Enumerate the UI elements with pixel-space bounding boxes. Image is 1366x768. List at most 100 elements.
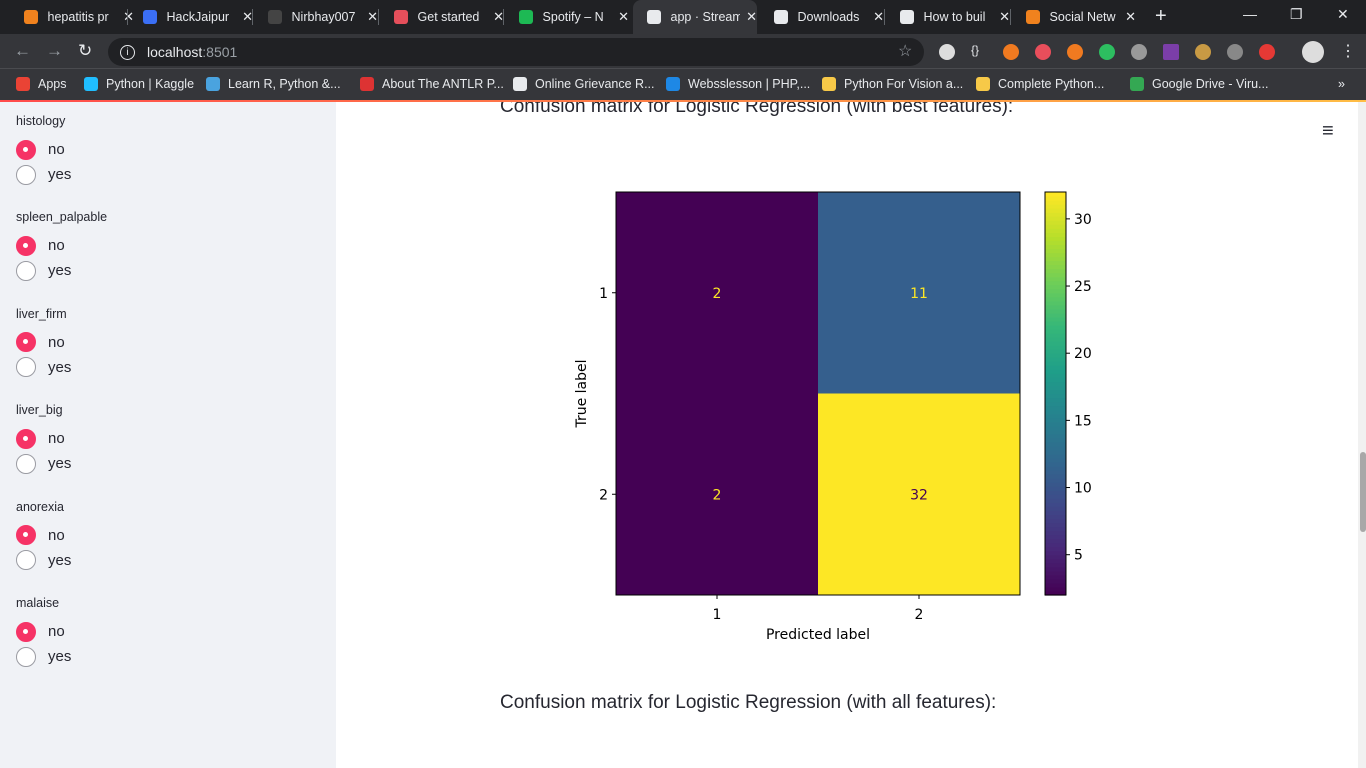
tab-favicon-icon <box>24 10 38 24</box>
radio-group-anorexia: anorexia no yes <box>16 500 71 573</box>
bookmark-favicon-icon <box>16 77 30 91</box>
radio-button[interactable] <box>16 357 36 378</box>
onenote-icon[interactable] <box>1163 44 1179 60</box>
back-icon[interactable]: ← <box>14 41 31 61</box>
radio-label: yes <box>48 262 72 280</box>
bookmark-item[interactable]: Python | Kaggle <box>84 77 194 91</box>
minimize-button[interactable]: — <box>1243 6 1257 22</box>
tab-separator <box>1010 9 1011 25</box>
radio-button[interactable] <box>16 453 36 474</box>
radio-option-yes[interactable]: yes <box>16 162 71 187</box>
camera-icon[interactable] <box>1131 44 1147 60</box>
bookmark-star-icon[interactable]: ☆ <box>898 41 912 61</box>
avatar[interactable] <box>1302 41 1324 63</box>
radio-option-yes[interactable]: yes <box>16 548 71 573</box>
radio-button[interactable] <box>16 332 36 353</box>
adblock-icon[interactable] <box>1259 44 1275 60</box>
radio-label: no <box>48 623 65 640</box>
hamburger-menu-icon[interactable]: ≡ <box>1322 120 1334 143</box>
bookmark-label: Google Drive - Viru... <box>1152 77 1269 91</box>
radio-button[interactable] <box>16 621 36 642</box>
radio-button[interactable] <box>16 139 36 160</box>
radio-option-no[interactable]: no <box>16 523 71 548</box>
radio-option-yes[interactable]: yes <box>16 355 71 380</box>
radio-button[interactable] <box>16 428 36 449</box>
radio-option-no[interactable]: no <box>16 137 71 162</box>
close-tab-icon[interactable]: ✕ <box>1125 9 1136 25</box>
browser-tab[interactable]: Spotify – N ✕ <box>505 0 629 34</box>
close-tab-icon[interactable]: ✕ <box>367 9 378 25</box>
url-port: :8501 <box>202 44 238 60</box>
radio-group-label: liver_firm <box>16 306 67 321</box>
bookmark-item[interactable]: Websslesson | PHP,... <box>666 77 810 91</box>
bookmark-item[interactable]: Google Drive - Viru... <box>1130 77 1268 91</box>
close-tab-icon[interactable]: ✕ <box>999 9 1010 25</box>
close-tab-icon[interactable]: ✕ <box>746 9 757 25</box>
more-bookmarks-button[interactable]: » <box>1338 77 1345 91</box>
extension-icon[interactable] <box>1035 44 1051 60</box>
radio-button[interactable] <box>16 260 36 281</box>
reload-icon[interactable]: ↻ <box>78 41 92 61</box>
info-icon[interactable]: i <box>120 44 135 60</box>
tab-title: HackJaipur <box>166 10 230 24</box>
extension-icon[interactable] <box>939 44 955 60</box>
tab-favicon-icon <box>268 10 282 24</box>
bookmark-item[interactable]: Online Grievance R... <box>513 77 655 91</box>
close-window-button[interactable]: ✕ <box>1337 6 1349 23</box>
restore-button[interactable]: ❐ <box>1290 6 1303 23</box>
radio-option-yes[interactable]: yes <box>16 644 71 669</box>
tab-title: hepatitis pr <box>47 10 109 24</box>
radio-label: yes <box>48 455 72 473</box>
forward-icon[interactable]: → <box>46 41 63 61</box>
radio-button[interactable] <box>16 235 36 256</box>
radio-group-label: liver_big <box>16 403 63 418</box>
radio-option-no[interactable]: no <box>16 330 71 355</box>
browser-tab[interactable]: HackJaipur ✕ <box>129 0 253 34</box>
browser-tab[interactable]: app · Stream ✕ <box>633 0 757 34</box>
browser-tab[interactable]: hepatitis pr ✕ <box>10 0 134 34</box>
browser-tab[interactable]: How to buil ✕ <box>886 0 1010 34</box>
bookmark-label: About The ANTLR P... <box>382 77 504 91</box>
tab-separator <box>252 9 253 25</box>
browser-tab[interactable]: Social Netw ✕ <box>1012 0 1136 34</box>
extension-icon[interactable] <box>1067 44 1083 60</box>
address-bar[interactable]: i localhost:8501 <box>108 38 924 66</box>
browser-toolbar: ← → ↻ i localhost:8501 ☆ {} ⋮ <box>0 34 1366 68</box>
bookmark-item[interactable]: Apps <box>16 77 67 91</box>
heading-all-features: Confusion matrix for Logistic Regression… <box>500 692 997 713</box>
radio-button[interactable] <box>16 550 36 571</box>
radio-option-no[interactable]: no <box>16 233 107 258</box>
scrollbar[interactable] <box>1358 102 1366 768</box>
bookmark-item[interactable]: Python For Vision a... <box>822 77 963 91</box>
extension-icon[interactable] <box>1003 44 1019 60</box>
radio-option-no[interactable]: no <box>16 619 71 644</box>
json-extension-icon[interactable]: {} <box>971 43 987 59</box>
bookmark-favicon-icon <box>822 77 836 91</box>
radio-option-yes[interactable]: yes <box>16 451 71 476</box>
browser-tab[interactable]: Nirbhay007 ✕ <box>254 0 378 34</box>
tab-favicon-icon <box>647 10 661 24</box>
evernote-icon[interactable] <box>1099 44 1115 60</box>
main-content: Confusion matrix for Logistic Regression… <box>336 102 1358 768</box>
radio-label: yes <box>48 358 72 376</box>
close-tab-icon[interactable]: ✕ <box>618 9 629 25</box>
bookmark-label: Complete Python... <box>998 77 1105 91</box>
extension-icon[interactable] <box>1195 44 1211 60</box>
close-tab-icon[interactable]: ✕ <box>873 9 884 25</box>
menu-kebab-icon[interactable]: ⋮ <box>1340 41 1356 60</box>
bookmark-item[interactable]: About The ANTLR P... <box>360 77 504 91</box>
radio-option-no[interactable]: no <box>16 426 71 451</box>
bookmark-item[interactable]: Complete Python... <box>976 77 1104 91</box>
bulb-icon[interactable] <box>1227 44 1243 60</box>
tab-title: How to buil <box>923 10 986 24</box>
bookmark-favicon-icon <box>1130 77 1144 91</box>
scrollbar-thumb[interactable] <box>1360 452 1366 532</box>
browser-tab[interactable]: Downloads ✕ <box>760 0 884 34</box>
bookmark-item[interactable]: Learn R, Python &... <box>206 77 341 91</box>
radio-button[interactable] <box>16 164 36 185</box>
radio-button[interactable] <box>16 525 36 546</box>
browser-tab[interactable]: Get started ✕ <box>380 0 504 34</box>
radio-option-yes[interactable]: yes <box>16 258 107 283</box>
new-tab-button[interactable]: + <box>1155 5 1167 28</box>
radio-button[interactable] <box>16 646 36 667</box>
